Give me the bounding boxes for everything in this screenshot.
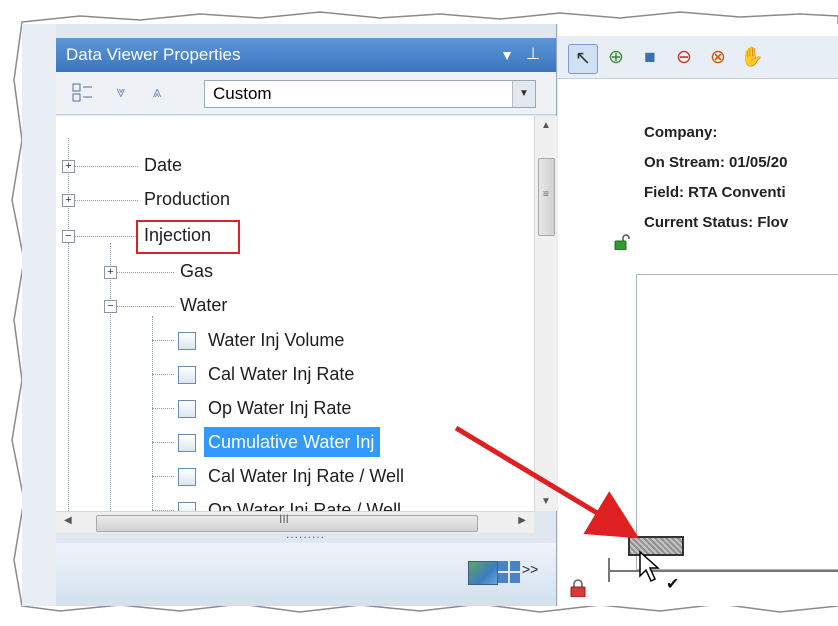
checkbox[interactable] — [178, 400, 196, 418]
company-label: Company: — [644, 124, 718, 141]
checkmark-icon: ✔ — [666, 576, 680, 593]
chevron-down-icon[interactable]: ▼ — [512, 81, 535, 107]
on-stream-label: On Stream: 01/05/20 — [644, 154, 788, 171]
navigation-bar: >> — [56, 543, 556, 606]
zoom-out-icon[interactable]: ⊖ — [670, 44, 698, 72]
dropdown-arrow-icon[interactable]: ▼ — [500, 38, 514, 72]
tree-connector — [74, 236, 138, 237]
collapse-icon[interactable]: − — [104, 300, 117, 313]
scroll-left-icon[interactable]: ◀ — [64, 515, 72, 526]
tree-item-op-water-inj-rate[interactable]: Op Water Inj Rate — [208, 393, 351, 423]
tree-item-cal-water-inj-rate-well[interactable]: Cal Water Inj Rate / Well — [208, 461, 404, 491]
vertical-scroll-thumb[interactable]: ≡ — [538, 158, 555, 236]
select-rectangle-icon[interactable]: ■ — [636, 44, 664, 72]
field-label: Field: RTA Conventi — [644, 184, 786, 201]
checkbox[interactable] — [178, 434, 196, 452]
scroll-down-icon[interactable]: ▼ — [535, 496, 557, 507]
grip-icon: ≡ — [543, 189, 549, 200]
checkbox[interactable] — [178, 502, 196, 511]
tree-connector — [116, 272, 174, 273]
checkbox[interactable] — [178, 468, 196, 486]
data-viewer-properties-panel: Data Viewer Properties ▼ ⊥ ⩔ ⩓ Custom ▼ — [56, 24, 557, 606]
properties-toolbar: ⩔ ⩓ Custom ▼ — [56, 72, 556, 115]
scroll-up-icon[interactable]: ▲ — [535, 120, 557, 131]
tree-node-date[interactable]: Date — [144, 150, 182, 180]
grid-view-icon[interactable] — [498, 561, 520, 583]
tree-item-cumulative-water-inj[interactable]: Cumulative Water Inj — [204, 427, 381, 457]
panel-header: Data Viewer Properties ▼ ⊥ — [56, 38, 556, 72]
tree-connector — [152, 408, 174, 409]
tree-connector — [152, 476, 174, 477]
tree-item-water-inj-volume[interactable]: Water Inj Volume — [208, 325, 344, 355]
plot-toolbar: ↖ ⊕ ■ ⊖ ⊗ ✋ — [558, 36, 838, 79]
tree-connector — [110, 243, 111, 511]
scroll-right-icon[interactable]: ▶ — [518, 515, 526, 526]
grip-icon: III — [279, 512, 290, 526]
vertical-scrollbar[interactable]: ▲ ≡ ▼ — [534, 116, 557, 511]
tree-connector — [152, 316, 153, 511]
pan-hand-icon[interactable]: ✋ — [738, 44, 766, 72]
view-mode-select[interactable]: Custom ▼ — [204, 80, 536, 108]
mouse-cursor-icon — [639, 550, 660, 583]
panel-splitter[interactable]: ......... — [56, 527, 556, 543]
tree-connector — [74, 200, 138, 201]
tree-connector — [152, 340, 174, 341]
data-viewer-panel: ↖ ⊕ ■ ⊖ ⊗ ✋ Company: On Stream: 01/05/20… — [558, 24, 838, 606]
tree-connector — [152, 442, 174, 443]
current-status-label: Current Status: Flov — [644, 214, 789, 231]
tree-connector — [74, 166, 138, 167]
tree-connector — [68, 138, 69, 243]
tree-node-water[interactable]: Water — [180, 290, 227, 320]
tree-item-op-water-inj-rate-well[interactable]: Op Water Inj Rate / Well — [208, 495, 401, 511]
tree-connector — [68, 243, 69, 511]
lock-icon[interactable] — [570, 579, 586, 597]
tree-node-production[interactable]: Production — [144, 184, 230, 214]
checkbox[interactable] — [178, 366, 196, 384]
unlock-icon[interactable] — [614, 234, 632, 250]
expand-icon[interactable]: + — [62, 160, 75, 173]
pin-icon[interactable]: ⊥ — [526, 38, 540, 72]
panel-title: Data Viewer Properties — [66, 45, 241, 64]
tree-node-gas[interactable]: Gas — [180, 256, 213, 286]
tree-item-cal-water-inj-rate[interactable]: Cal Water Inj Rate — [208, 359, 354, 389]
tree-connector — [116, 306, 174, 307]
checkbox[interactable] — [178, 332, 196, 350]
pointer-tool-icon[interactable]: ↖ — [568, 44, 598, 74]
plot-area[interactable] — [636, 274, 838, 570]
expand-all-icon[interactable]: ⩔ — [108, 80, 134, 106]
collapse-icon[interactable]: − — [62, 230, 75, 243]
categorized-view-icon[interactable] — [70, 80, 96, 106]
application-window: Data Viewer Properties ▼ ⊥ ⩔ ⩓ Custom ▼ — [22, 24, 838, 606]
expand-icon[interactable]: + — [104, 266, 117, 279]
collapse-all-icon[interactable]: ⩓ — [144, 80, 170, 106]
map-view-icon[interactable] — [468, 561, 498, 585]
property-tree: + Date + Production − Injection + Gas − … — [56, 116, 534, 511]
tree-connector — [152, 374, 174, 375]
splitter-grip: ......... — [286, 527, 326, 541]
highlight-box — [136, 220, 240, 254]
expand-icon[interactable]: + — [62, 194, 75, 207]
zoom-reset-icon[interactable]: ⊗ — [704, 44, 732, 72]
view-mode-select-value: Custom — [213, 84, 272, 103]
overflow-chevron-icon[interactable]: >> — [522, 561, 538, 577]
zoom-in-icon[interactable]: ⊕ — [602, 44, 630, 72]
